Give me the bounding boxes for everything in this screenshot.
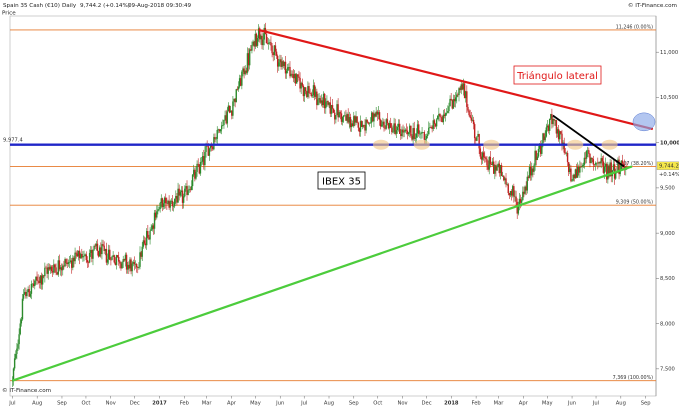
y-tick-3: 9,500 [660, 186, 675, 192]
chart-svg: Spain 35 Cash (€10) Daily 9,744.2 (+0.14… [0, 0, 679, 407]
x-tick-15: Oct [373, 401, 382, 407]
chart-root: Spain 35 Cash (€10) Daily 9,744.2 (+0.14… [0, 0, 679, 407]
price-label: Price [2, 11, 16, 17]
x-tick-7: Feb [180, 401, 190, 407]
x-tick-5: Dec [130, 401, 140, 407]
x-tick-2: Sep [57, 401, 67, 407]
fib-label-0: 11,246 (0.00%) [616, 24, 653, 30]
footer-source: © IT-Finance.com [2, 387, 51, 394]
support-resistance-label: 9,977.4 [3, 138, 23, 144]
pattern-label-box: Triángulo lateral [513, 65, 602, 85]
x-tick-11: Jun [275, 401, 284, 407]
x-tick-21: Apr [519, 401, 529, 407]
candle [113, 254, 115, 264]
x-tick-6: 2017 [152, 401, 167, 407]
touch-marker-0 [372, 139, 389, 150]
y-tick-4: 9,000 [660, 231, 675, 237]
y-tick-0: 11,000 [660, 50, 678, 56]
y-tick-7: 7,500 [660, 367, 675, 373]
x-tick-19: Feb [472, 401, 482, 407]
candle [332, 108, 335, 114]
header-last-change: 9,744.2 (+0.14%) [80, 3, 130, 9]
x-tick-13: Aug [324, 401, 334, 407]
y-tick-2: 10,000 [660, 140, 679, 146]
target-marker [632, 112, 656, 132]
y-tick-6: 8,000 [660, 321, 675, 327]
header-symbol: Spain 35 Cash (€10) [3, 3, 60, 9]
candle [235, 88, 237, 103]
fib-label-2: 9,309 (50.00%) [616, 200, 653, 206]
x-tick-24: Jul [592, 401, 599, 407]
instrument-label-box: IBEX 35 [317, 171, 366, 190]
x-tick-22: May [542, 401, 553, 407]
candle [121, 261, 123, 269]
y-tick-5: 8,500 [660, 276, 675, 282]
x-tick-20: Mar [494, 401, 505, 407]
x-tick-26: Sep [641, 401, 651, 407]
header-source: © IT-Finance.com [628, 2, 677, 9]
touch-marker-3 [567, 139, 584, 150]
last-price-change: +0.14% [659, 172, 679, 178]
header-timestamp: 09-Aug-2018 09:30:49 [128, 3, 192, 9]
instrument-label: IBEX 35 [322, 177, 361, 188]
x-tick-10: May [250, 401, 261, 407]
touch-marker-1 [413, 139, 430, 150]
x-tick-23: Jun [567, 401, 576, 407]
x-tick-8: Mar [202, 401, 213, 407]
x-tick-17: Dec [422, 401, 432, 407]
candle [356, 116, 358, 124]
x-tick-14: Sep [349, 401, 359, 407]
x-tick-9: Apr [227, 401, 237, 407]
x-tick-16: Nov [397, 401, 407, 407]
x-tick-3: Oct [81, 401, 90, 407]
touch-marker-4 [601, 139, 618, 150]
x-tick-12: Jul [300, 401, 307, 407]
chart-background [0, 0, 679, 407]
x-tick-0: Jul [8, 401, 15, 407]
last-price-value: 9,744.2 [659, 164, 679, 170]
pattern-label: Triángulo lateral [516, 70, 598, 82]
x-tick-1: Aug [32, 401, 42, 407]
candle [476, 136, 478, 141]
touch-marker-2 [483, 139, 500, 150]
fib-label-3: 7,369 (100.00%) [613, 375, 653, 381]
x-tick-25: Aug [616, 401, 626, 407]
x-tick-18: 2018 [444, 401, 459, 407]
header-interval: Daily [62, 3, 77, 9]
x-tick-4: Nov [106, 401, 116, 407]
price-tags: 9,744.2 +0.14% [656, 161, 679, 178]
y-tick-1: 10,500 [660, 95, 678, 101]
